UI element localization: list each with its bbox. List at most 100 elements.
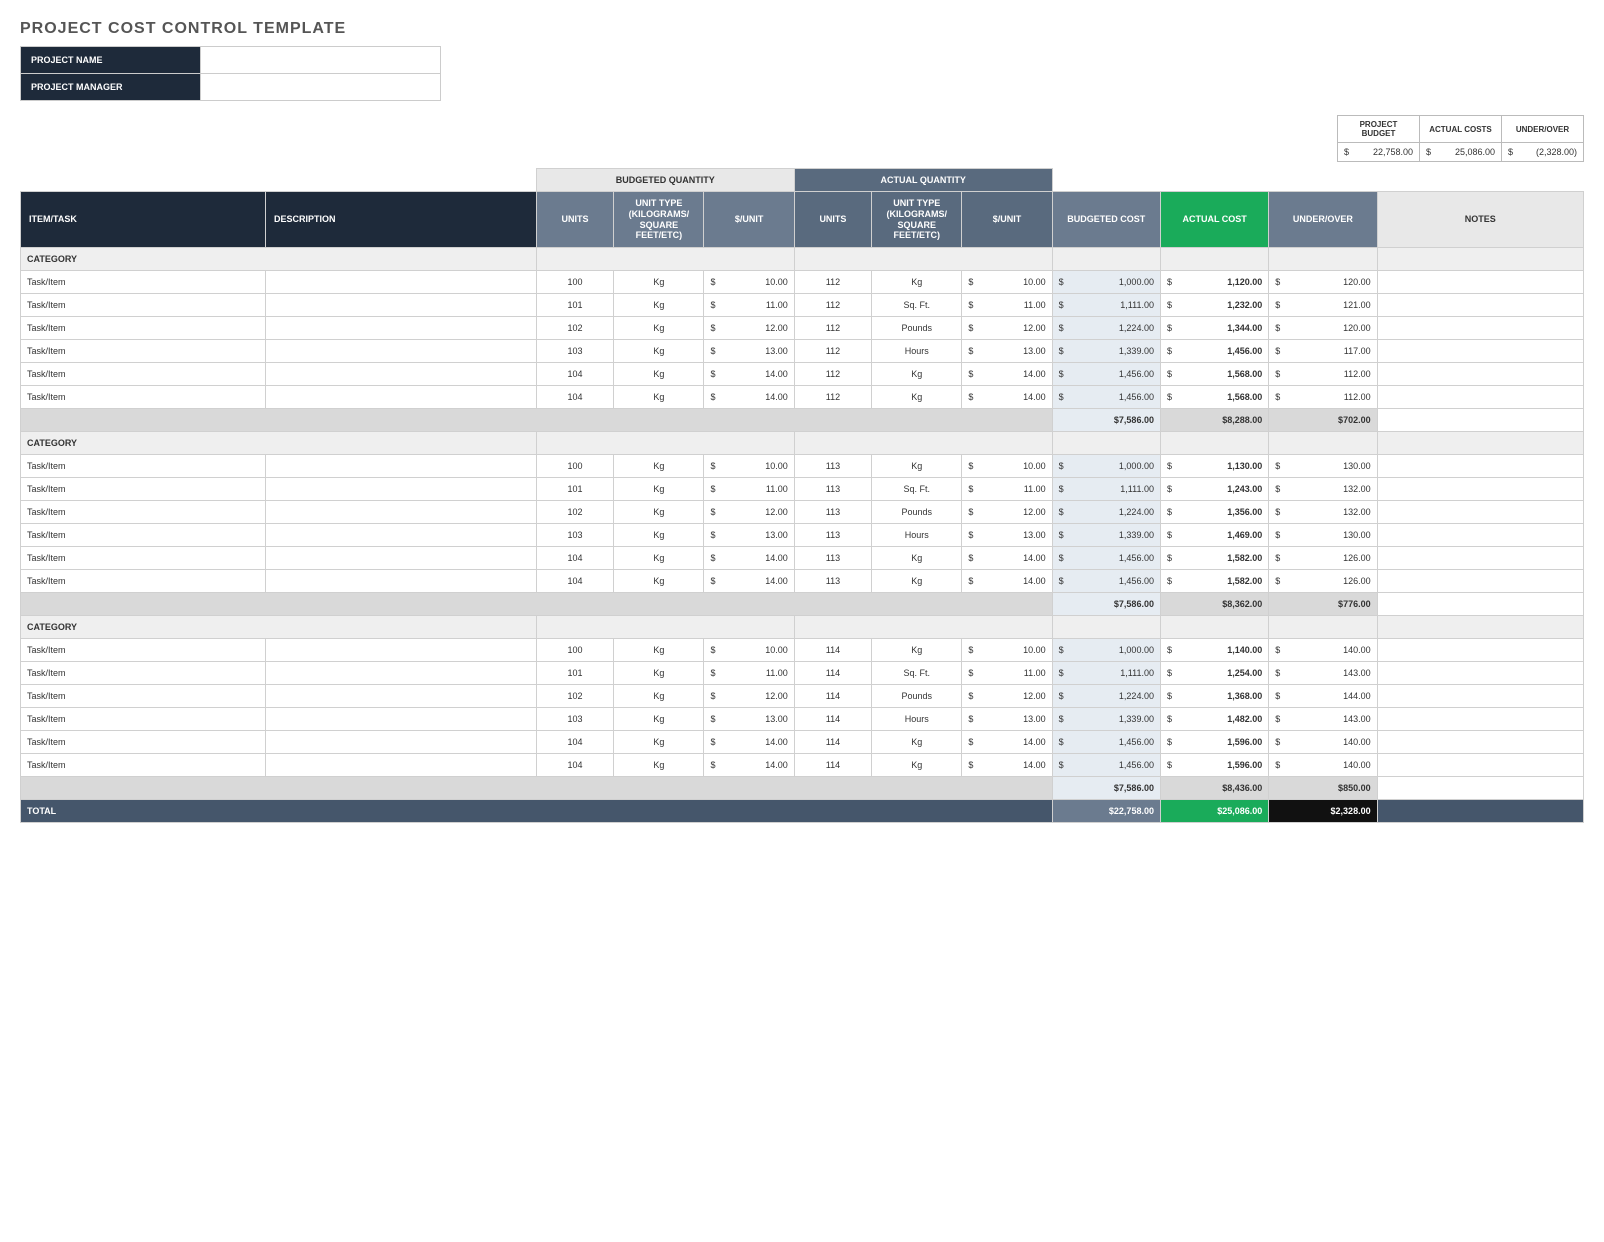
act-units[interactable]: 114 — [794, 731, 871, 754]
bud-unit-type[interactable]: Kg — [614, 317, 704, 340]
notes[interactable] — [1377, 662, 1583, 685]
item-name[interactable]: Task/Item — [21, 455, 266, 478]
item-name[interactable]: Task/Item — [21, 685, 266, 708]
act-per-unit[interactable]: $10.00 — [962, 271, 1052, 294]
act-units[interactable]: 112 — [794, 340, 871, 363]
act-unit-type[interactable]: Kg — [872, 271, 962, 294]
bud-units[interactable]: 104 — [536, 731, 613, 754]
item-name[interactable]: Task/Item — [21, 271, 266, 294]
bud-unit-type[interactable]: Kg — [614, 731, 704, 754]
table-row[interactable]: Task/Item104Kg$14.00112Kg$14.00$1,456.00… — [21, 386, 1584, 409]
notes[interactable] — [1377, 501, 1583, 524]
act-per-unit[interactable]: $12.00 — [962, 317, 1052, 340]
item-name[interactable]: Task/Item — [21, 478, 266, 501]
item-desc[interactable] — [266, 639, 537, 662]
act-unit-type[interactable]: Kg — [872, 731, 962, 754]
item-name[interactable]: Task/Item — [21, 386, 266, 409]
bud-units[interactable]: 104 — [536, 386, 613, 409]
act-per-unit[interactable]: $11.00 — [962, 478, 1052, 501]
item-desc[interactable] — [266, 708, 537, 731]
bud-unit-type[interactable]: Kg — [614, 662, 704, 685]
bud-per-unit[interactable]: $13.00 — [704, 340, 794, 363]
act-units[interactable]: 114 — [794, 662, 871, 685]
bud-units[interactable]: 104 — [536, 547, 613, 570]
bud-per-unit[interactable]: $12.00 — [704, 685, 794, 708]
item-name[interactable]: Task/Item — [21, 294, 266, 317]
item-name[interactable]: Task/Item — [21, 662, 266, 685]
act-units[interactable]: 112 — [794, 386, 871, 409]
table-row[interactable]: Task/Item102Kg$12.00112Pounds$12.00$1,22… — [21, 317, 1584, 340]
item-name[interactable]: Task/Item — [21, 501, 266, 524]
table-row[interactable]: Task/Item102Kg$12.00114Pounds$12.00$1,22… — [21, 685, 1584, 708]
bud-units[interactable]: 102 — [536, 685, 613, 708]
project-name-input[interactable] — [201, 47, 441, 74]
act-per-unit[interactable]: $14.00 — [962, 547, 1052, 570]
act-unit-type[interactable]: Pounds — [872, 317, 962, 340]
bud-per-unit[interactable]: $13.00 — [704, 524, 794, 547]
bud-per-unit[interactable]: $13.00 — [704, 708, 794, 731]
act-units[interactable]: 114 — [794, 685, 871, 708]
act-unit-type[interactable]: Pounds — [872, 501, 962, 524]
bud-units[interactable]: 103 — [536, 524, 613, 547]
notes[interactable] — [1377, 271, 1583, 294]
act-per-unit[interactable]: $12.00 — [962, 501, 1052, 524]
table-row[interactable]: Task/Item101Kg$11.00114Sq. Ft.$11.00$1,1… — [21, 662, 1584, 685]
notes[interactable] — [1377, 363, 1583, 386]
act-per-unit[interactable]: $13.00 — [962, 340, 1052, 363]
bud-unit-type[interactable]: Kg — [614, 501, 704, 524]
act-units[interactable]: 112 — [794, 294, 871, 317]
table-row[interactable]: Task/Item103Kg$13.00112Hours$13.00$1,339… — [21, 340, 1584, 363]
act-unit-type[interactable]: Hours — [872, 524, 962, 547]
bud-unit-type[interactable]: Kg — [614, 708, 704, 731]
item-desc[interactable] — [266, 317, 537, 340]
act-units[interactable]: 114 — [794, 639, 871, 662]
notes[interactable] — [1377, 478, 1583, 501]
bud-per-unit[interactable]: $11.00 — [704, 294, 794, 317]
item-desc[interactable] — [266, 386, 537, 409]
act-unit-type[interactable]: Kg — [872, 386, 962, 409]
item-name[interactable]: Task/Item — [21, 317, 266, 340]
act-unit-type[interactable]: Kg — [872, 639, 962, 662]
item-desc[interactable] — [266, 501, 537, 524]
bud-unit-type[interactable]: Kg — [614, 363, 704, 386]
bud-units[interactable]: 101 — [536, 294, 613, 317]
table-row[interactable]: Task/Item104Kg$14.00113Kg$14.00$1,456.00… — [21, 570, 1584, 593]
bud-per-unit[interactable]: $14.00 — [704, 547, 794, 570]
table-row[interactable]: Task/Item101Kg$11.00112Sq. Ft.$11.00$1,1… — [21, 294, 1584, 317]
notes[interactable] — [1377, 317, 1583, 340]
bud-unit-type[interactable]: Kg — [614, 386, 704, 409]
table-row[interactable]: Task/Item100Kg$10.00112Kg$10.00$1,000.00… — [21, 271, 1584, 294]
act-per-unit[interactable]: $10.00 — [962, 455, 1052, 478]
notes[interactable] — [1377, 754, 1583, 777]
bud-units[interactable]: 100 — [536, 271, 613, 294]
item-name[interactable]: Task/Item — [21, 754, 266, 777]
act-units[interactable]: 114 — [794, 708, 871, 731]
table-row[interactable]: Task/Item104Kg$14.00114Kg$14.00$1,456.00… — [21, 731, 1584, 754]
bud-unit-type[interactable]: Kg — [614, 294, 704, 317]
act-unit-type[interactable]: Kg — [872, 570, 962, 593]
table-row[interactable]: Task/Item101Kg$11.00113Sq. Ft.$11.00$1,1… — [21, 478, 1584, 501]
item-name[interactable]: Task/Item — [21, 570, 266, 593]
act-unit-type[interactable]: Kg — [872, 455, 962, 478]
bud-units[interactable]: 100 — [536, 639, 613, 662]
bud-unit-type[interactable]: Kg — [614, 271, 704, 294]
item-desc[interactable] — [266, 455, 537, 478]
item-desc[interactable] — [266, 271, 537, 294]
item-desc[interactable] — [266, 731, 537, 754]
notes[interactable] — [1377, 570, 1583, 593]
bud-per-unit[interactable]: $11.00 — [704, 478, 794, 501]
project-manager-input[interactable] — [201, 74, 441, 101]
item-desc[interactable] — [266, 340, 537, 363]
act-per-unit[interactable]: $14.00 — [962, 570, 1052, 593]
bud-per-unit[interactable]: $14.00 — [704, 570, 794, 593]
act-unit-type[interactable]: Hours — [872, 340, 962, 363]
item-name[interactable]: Task/Item — [21, 340, 266, 363]
notes[interactable] — [1377, 386, 1583, 409]
table-row[interactable]: Task/Item104Kg$14.00113Kg$14.00$1,456.00… — [21, 547, 1584, 570]
act-unit-type[interactable]: Hours — [872, 708, 962, 731]
notes[interactable] — [1377, 731, 1583, 754]
act-units[interactable]: 112 — [794, 363, 871, 386]
act-per-unit[interactable]: $14.00 — [962, 363, 1052, 386]
bud-units[interactable]: 103 — [536, 340, 613, 363]
item-name[interactable]: Task/Item — [21, 524, 266, 547]
